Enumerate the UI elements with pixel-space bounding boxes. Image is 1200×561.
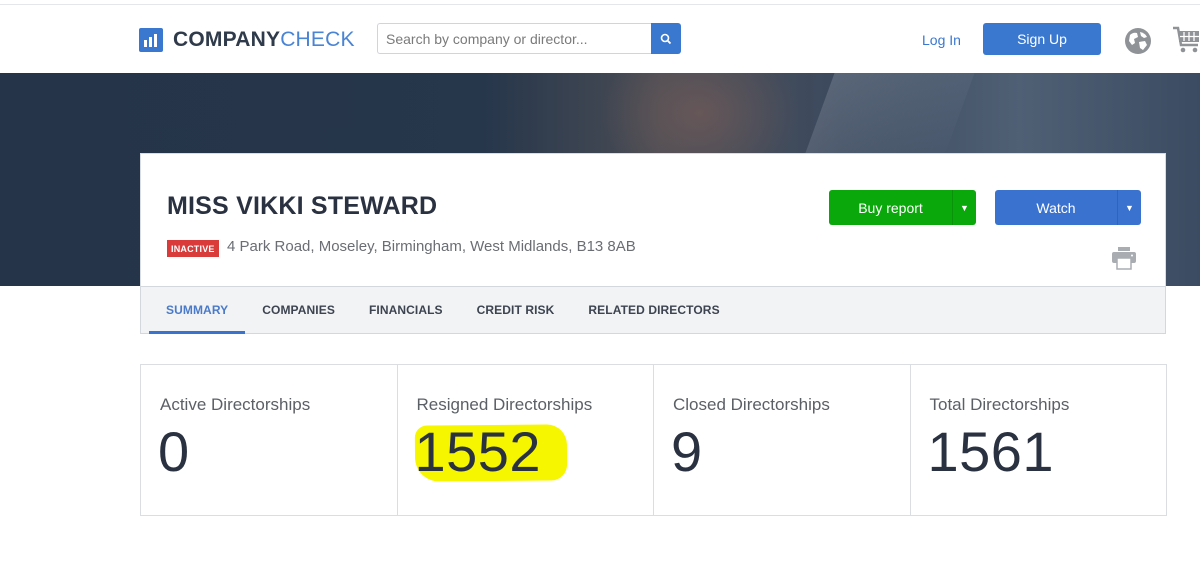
- tab-credit-risk[interactable]: CREDIT RISK: [460, 287, 572, 333]
- directorship-stats: Active Directorships 0 Resigned Director…: [140, 364, 1167, 516]
- stat-label: Closed Directorships: [673, 395, 830, 414]
- stat-resigned-directorships: Resigned Directorships 1552: [398, 365, 654, 515]
- chevron-down-icon: ▼: [960, 202, 969, 213]
- buy-report-button[interactable]: Buy report: [829, 190, 952, 225]
- profile-tabs: SUMMARY COMPANIES FINANCIALS CREDIT RISK…: [140, 286, 1166, 334]
- stat-total-directorships: Total Directorships 1561: [911, 365, 1167, 515]
- watch-button[interactable]: Watch: [995, 190, 1117, 225]
- chevron-down-icon: ▼: [1125, 202, 1134, 213]
- stat-active-directorships: Active Directorships 0: [141, 365, 398, 515]
- buy-report-button-group: Buy report ▼: [829, 190, 976, 225]
- stat-value: 9: [671, 420, 703, 483]
- tab-financials[interactable]: FINANCIALS: [352, 287, 460, 333]
- stat-closed-directorships: Closed Directorships 9: [654, 365, 911, 515]
- cart-icon[interactable]: [1172, 25, 1200, 55]
- watch-dropdown-toggle[interactable]: ▼: [1117, 190, 1141, 225]
- navbar: COMPANYCHECK Log In Sign Up: [0, 5, 1200, 73]
- director-profile-card: MISS VIKKI STEWARD INACTIVE 4 Park Road,…: [140, 153, 1166, 287]
- search-button[interactable]: [651, 23, 681, 54]
- status-badge: INACTIVE: [167, 240, 219, 257]
- login-link[interactable]: Log In: [922, 32, 961, 48]
- stat-value: 0: [158, 420, 190, 483]
- stat-label: Total Directorships: [929, 395, 1070, 414]
- stat-label: Resigned Directorships: [416, 395, 593, 414]
- buy-report-dropdown-toggle[interactable]: ▼: [952, 190, 976, 225]
- stat-label: Active Directorships: [160, 395, 311, 414]
- tab-summary[interactable]: SUMMARY: [141, 287, 246, 334]
- search-input[interactable]: [377, 23, 651, 54]
- printer-icon[interactable]: [1111, 246, 1137, 270]
- tab-companies[interactable]: COMPANIES: [245, 287, 352, 333]
- globe-icon[interactable]: [1124, 27, 1152, 55]
- search-bar: [377, 23, 681, 54]
- stat-value: 1561: [927, 420, 1055, 483]
- tab-related-directors[interactable]: RELATED DIRECTORS: [571, 287, 736, 333]
- director-name: MISS VIKKI STEWARD: [167, 192, 438, 220]
- search-icon: [660, 33, 672, 44]
- signup-button[interactable]: Sign Up: [983, 23, 1101, 55]
- director-address: 4 Park Road, Moseley, Birmingham, West M…: [227, 238, 636, 255]
- logo-text: COMPANYCHECK: [173, 28, 355, 51]
- stat-value: 1552: [414, 420, 542, 483]
- watch-button-group: Watch ▼: [995, 190, 1141, 225]
- company-check-logo[interactable]: COMPANYCHECK: [139, 28, 355, 52]
- logo-bar-chart-icon: [139, 28, 163, 52]
